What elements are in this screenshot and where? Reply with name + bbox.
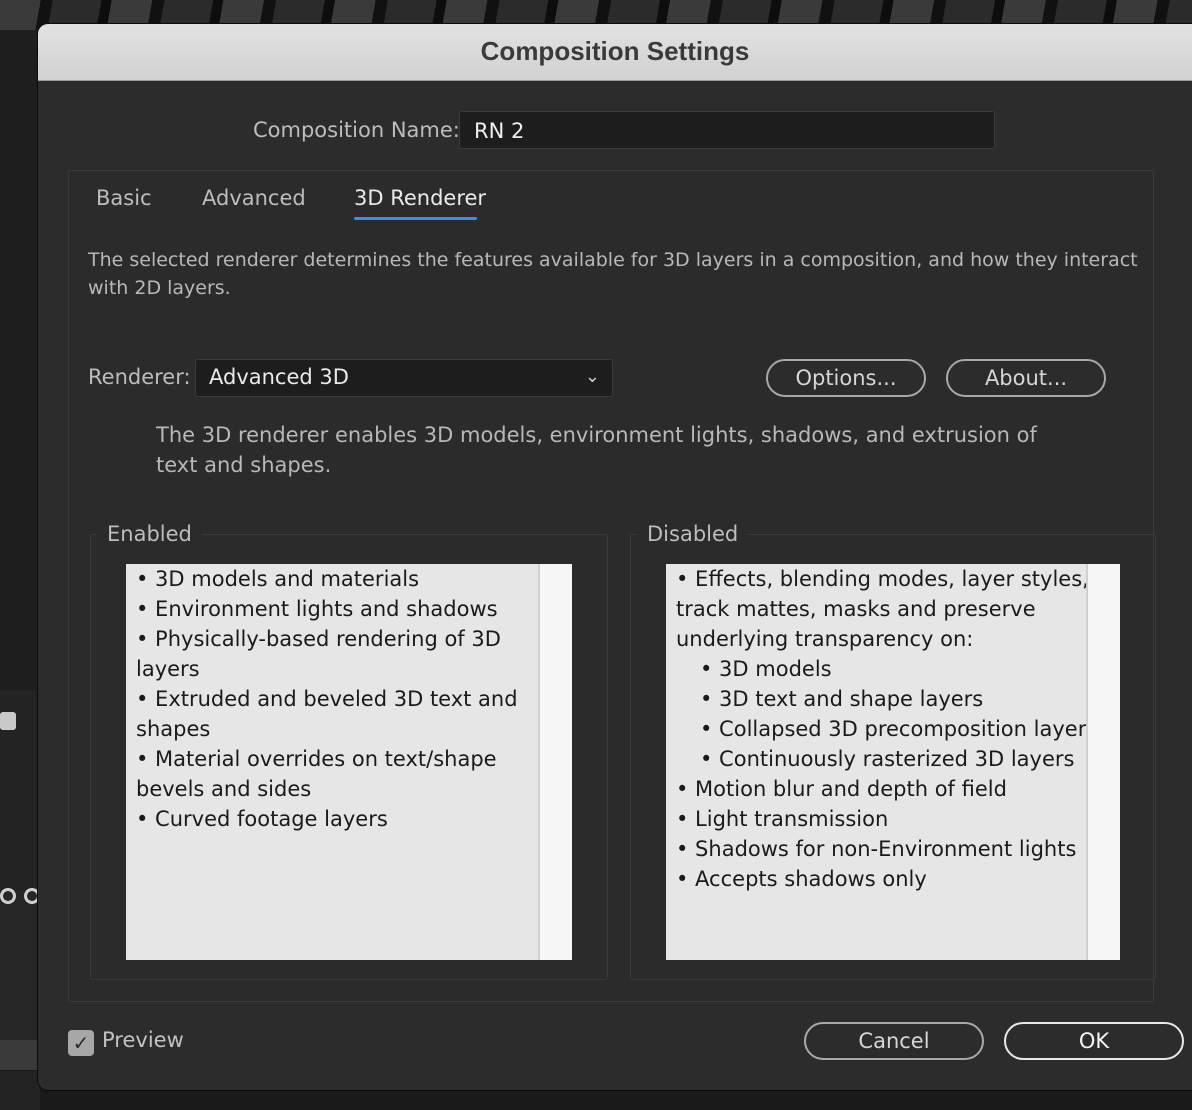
- list-item: shapes: [136, 717, 211, 741]
- list-item: • Material overrides on text/shape: [136, 747, 497, 771]
- renderer-selected-value: Advanced 3D: [209, 365, 349, 389]
- list-item: • 3D models: [700, 657, 832, 681]
- active-tab-indicator: [354, 217, 477, 220]
- background-app-panel: [0, 30, 40, 1110]
- list-item: • Environment lights and shadows: [136, 597, 498, 621]
- checkmark-icon: ✓: [72, 1031, 90, 1055]
- about-button[interactable]: About...: [946, 359, 1106, 397]
- renderer-label: Renderer:: [88, 365, 191, 389]
- ok-button[interactable]: OK: [1004, 1022, 1184, 1060]
- list-item: track mattes, masks and preserve: [676, 597, 1036, 621]
- list-item: • Curved footage layers: [136, 807, 388, 831]
- list-item: • Shadows for non-Environment lights: [676, 837, 1077, 861]
- preview-checkbox[interactable]: ✓: [68, 1030, 94, 1056]
- list-item: • Extruded and beveled 3D text and: [136, 687, 518, 711]
- list-item: • Accepts shadows only: [676, 867, 927, 891]
- composition-name-label: Composition Name:: [253, 118, 460, 142]
- options-button[interactable]: Options...: [766, 359, 926, 397]
- camera-icon: [0, 712, 16, 730]
- list-item: • Physically-based rendering of 3D: [136, 627, 501, 651]
- disabled-legend: Disabled: [647, 522, 739, 546]
- list-item: bevels and sides: [136, 777, 312, 801]
- tab-basic[interactable]: Basic: [96, 186, 152, 210]
- list-item: • 3D text and shape layers: [700, 687, 984, 711]
- enabled-list[interactable]: • 3D models and materials • Environment …: [126, 564, 572, 960]
- composition-name-input[interactable]: RN 2: [459, 111, 995, 149]
- list-item: • Collapsed 3D precomposition layers: [700, 717, 1098, 741]
- list-item: • Continuously rasterized 3D layers: [700, 747, 1075, 771]
- list-item: • Effects, blending modes, layer styles,: [676, 567, 1089, 591]
- preview-label: Preview: [102, 1028, 184, 1052]
- renderer-dropdown[interactable]: Advanced 3D ⌄: [195, 359, 613, 397]
- cancel-button[interactable]: Cancel: [804, 1022, 984, 1060]
- enabled-legend: Enabled: [107, 522, 192, 546]
- circle-icon: [0, 888, 16, 904]
- enabled-list-scrollbar[interactable]: [538, 564, 572, 960]
- chevron-down-icon: ⌄: [584, 366, 600, 387]
- list-item: • Motion blur and depth of field: [676, 777, 1007, 801]
- renderer-note: The 3D renderer enables 3D models, envir…: [156, 423, 1037, 477]
- dialog-title: Composition Settings: [480, 36, 750, 66]
- list-item: underlying transparency on:: [676, 627, 974, 651]
- tab-3d-renderer[interactable]: 3D Renderer: [354, 186, 486, 210]
- disabled-list-scrollbar[interactable]: [1086, 564, 1120, 960]
- renderer-description: The selected renderer determines the fea…: [88, 249, 1138, 299]
- list-item: • 3D models and materials: [136, 567, 420, 591]
- list-item: • Light transmission: [676, 807, 889, 831]
- dialog-titlebar: Composition Settings: [38, 24, 1192, 81]
- disabled-list[interactable]: • Effects, blending modes, layer styles,…: [666, 564, 1120, 960]
- composition-settings-dialog: Composition Settings Composition Name: R…: [38, 24, 1192, 1090]
- list-item: layers: [136, 657, 200, 681]
- tab-advanced[interactable]: Advanced: [202, 186, 306, 210]
